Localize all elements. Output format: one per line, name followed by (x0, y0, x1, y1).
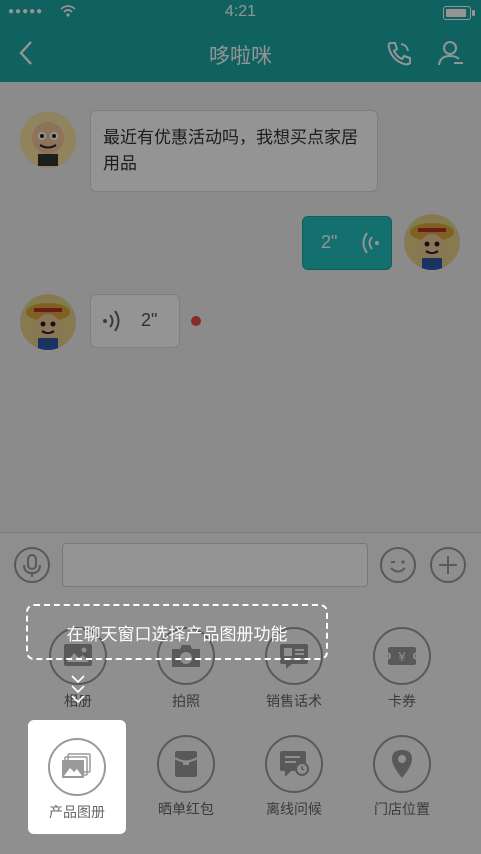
chevron-down-icon (68, 672, 88, 713)
guide-tip: 在聊天窗口选择产品图册功能 (26, 604, 328, 660)
highlighted-product-gallery-button[interactable]: 产品图册 (28, 720, 126, 834)
gallery-icon (62, 753, 91, 778)
tool-label: 产品图册 (49, 804, 105, 820)
guide-tip-text: 在聊天窗口选择产品图册功能 (66, 624, 288, 644)
